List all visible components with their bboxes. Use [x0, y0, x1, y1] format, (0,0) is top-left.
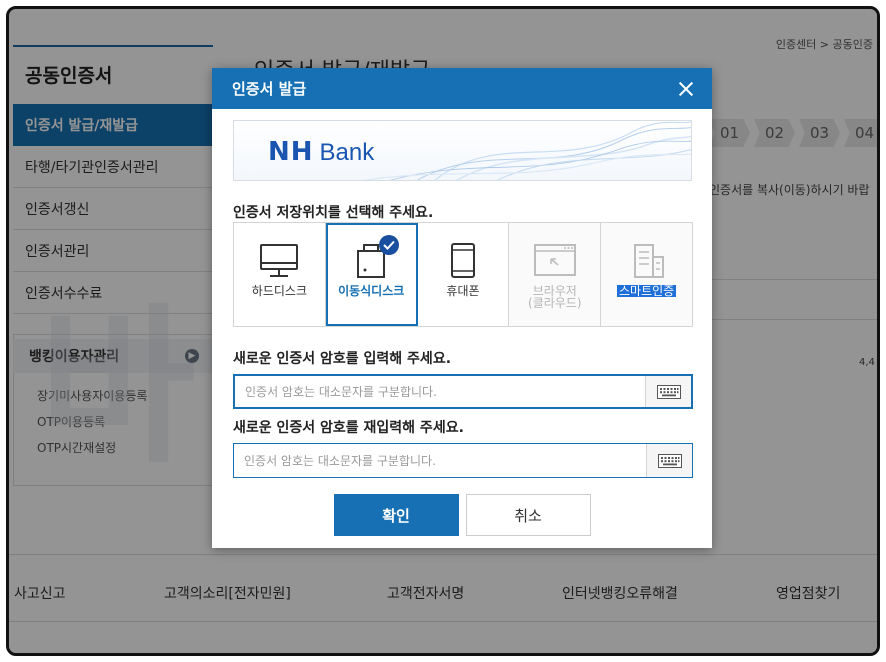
storage-option-label: 이동식디스크: [338, 284, 405, 298]
confirm-password-input[interactable]: [234, 444, 646, 477]
new-password-label: 새로운 인증서 암호를 입력해 주세요.: [233, 351, 452, 367]
virtual-keyboard-button[interactable]: [645, 376, 691, 407]
browser-icon: [533, 244, 576, 276]
modal-title: 인증서 발급: [232, 80, 307, 98]
storage-options: 하드디스크 이동식디스크 휴대폰 브라우저 (클라우드) 스마트인증: [233, 222, 693, 327]
new-password-input[interactable]: [235, 376, 645, 407]
modal-header: 인증서 발급: [212, 68, 712, 109]
storage-option-smart-auth[interactable]: 스마트인증: [601, 223, 692, 326]
nh-bank-logo: NH Bank: [268, 137, 374, 167]
brand-banner: NH Bank: [233, 120, 692, 181]
background-page: 인증센터 > 공동인증 인증서 발급/재발급 공동인증서 인증서 발급/재발급 …: [9, 9, 877, 653]
monitor-icon: [260, 244, 299, 277]
keyboard-icon: [656, 384, 681, 399]
cancel-button[interactable]: 취소: [465, 494, 591, 536]
confirm-password-field: [233, 443, 693, 478]
certificate-issue-modal: 인증서 발급 NH Bank 인증서 저장위치를 선택해 주세요. 하드디스크 …: [212, 68, 712, 548]
storage-option-phone[interactable]: 휴대폰: [417, 223, 510, 326]
confirm-password-label: 새로운 인증서 암호를 재입력해 주세요.: [233, 420, 464, 436]
storage-option-label: 휴대폰: [446, 284, 480, 298]
check-icon: [378, 235, 399, 255]
virtual-keyboard-button[interactable]: [646, 444, 692, 477]
new-password-field: [233, 374, 693, 409]
storage-option-label: 하드디스크: [251, 284, 307, 298]
storage-option-removable[interactable]: 이동식디스크: [325, 223, 418, 326]
close-icon[interactable]: [678, 81, 694, 97]
window-frame: 인증센터 > 공동인증 인증서 발급/재발급 공동인증서 인증서 발급/재발급 …: [6, 6, 880, 656]
phone-icon: [450, 243, 475, 278]
storage-option-harddisk[interactable]: 하드디스크: [234, 223, 326, 326]
logo-nh: NH: [268, 137, 314, 167]
storage-option-label: 스마트인증: [616, 284, 677, 298]
logo-bank: Bank: [319, 139, 375, 166]
storage-option-browser[interactable]: 브라우저 (클라우드): [509, 223, 602, 326]
storage-option-label: 브라우저 (클라우드): [528, 284, 582, 310]
modal-button-row: 확인 취소: [212, 494, 712, 536]
keyboard-icon: [657, 453, 682, 468]
building-icon: [633, 244, 664, 278]
storage-label: 인증서 저장위치를 선택해 주세요.: [233, 205, 434, 221]
confirm-button[interactable]: 확인: [333, 494, 459, 536]
